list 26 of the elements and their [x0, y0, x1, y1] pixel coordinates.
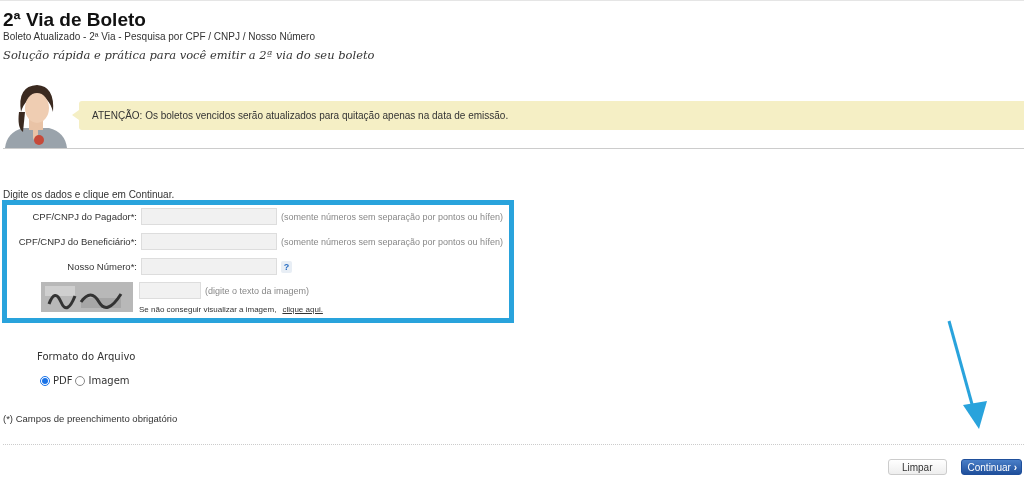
field-label: CPF/CNPJ do Pagador*: [31, 211, 137, 222]
page-title: 2ª Via de Boleto [3, 9, 147, 31]
instructions: Digite os dados e clique em Continuar. [3, 189, 176, 200]
field-hint: (somente números sem separação por pontos ou hífen) [281, 211, 504, 222]
clear-button[interactable]: Limpar [887, 459, 947, 475]
field-hint: (somente números sem separação por pontos ou hífen) [281, 236, 504, 247]
captcha-note: Se não conseguir visualizar a imagem, [139, 305, 277, 314]
radio-label: PDF [53, 375, 73, 386]
captcha-input[interactable] [139, 282, 201, 299]
radio-label: Imagem [88, 375, 130, 386]
field-label: CPF/CNPJ do Beneficiário*: [17, 236, 137, 247]
field-label: Nosso Número*: [66, 261, 137, 272]
radio-button[interactable] [40, 375, 50, 386]
input-field[interactable] [141, 233, 277, 250]
radio-button[interactable] [75, 375, 86, 386]
format-title: Formato do Arquivo [37, 351, 137, 362]
input-field[interactable] [141, 208, 277, 225]
notice-text: ATENÇÃO: Os boletos vencidos serão atualizados para quitação apenas na data de emissão. [92, 109, 509, 121]
tagline: Solução rápida e prática para você emitir a 2ª via do seu boleto [3, 48, 376, 62]
captcha-hint: (digite o texto da imagem) [205, 285, 310, 296]
help-button[interactable]: ? [281, 260, 292, 273]
reload-link[interactable]: clique aqui. [282, 305, 323, 314]
input-field[interactable] [141, 258, 277, 275]
continue-button[interactable]: Continuar › [960, 459, 1022, 475]
breadcrumb: Boleto Atualizado - 2ª Via - Pesquisa por CPF / CNPJ / Nosso Número [3, 31, 316, 42]
required-note: (*) Campos de preenchimento obrigatório [3, 413, 179, 424]
